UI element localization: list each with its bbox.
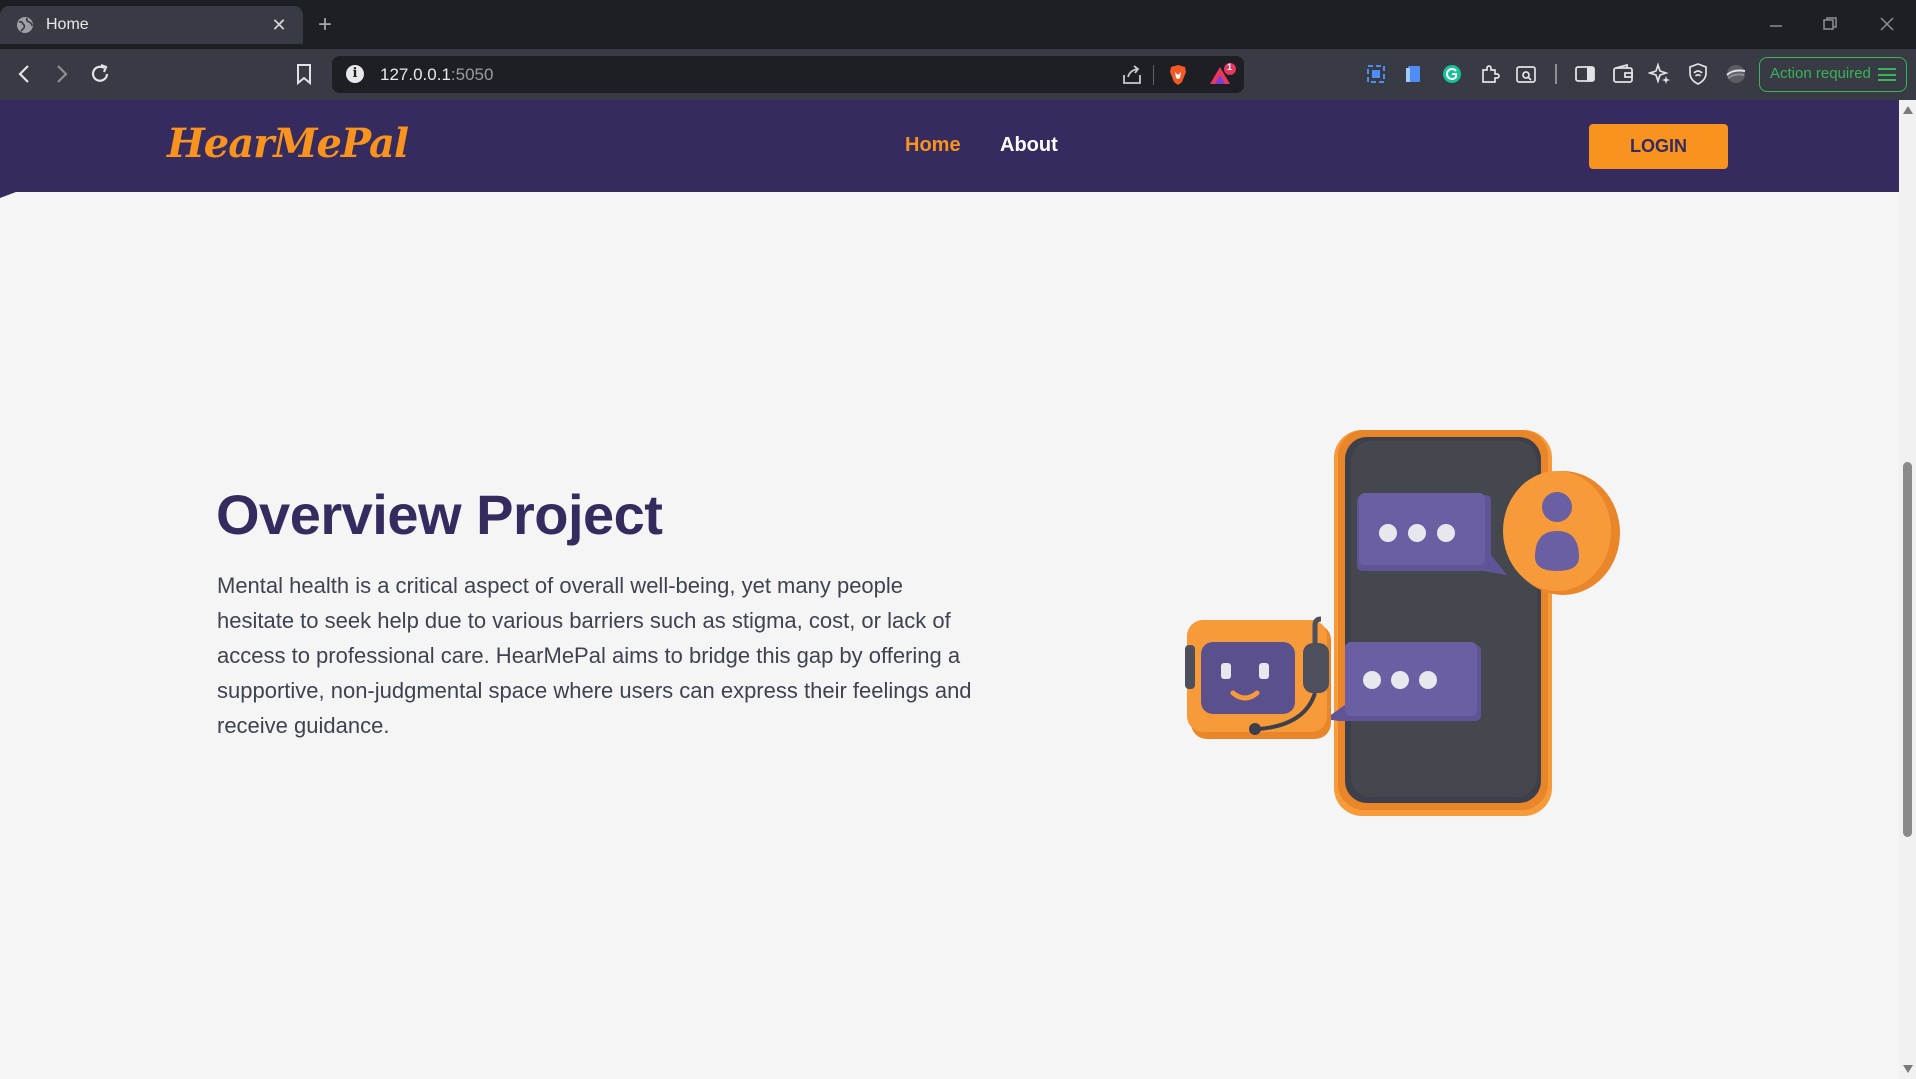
- tab-close-icon[interactable]: ✕: [269, 15, 289, 36]
- tab-title: Home: [46, 16, 89, 33]
- back-icon[interactable]: [11, 60, 39, 88]
- wallet-icon[interactable]: [1611, 62, 1635, 86]
- sidebar-icon[interactable]: [1573, 62, 1597, 86]
- minimize-icon[interactable]: [1768, 18, 1784, 34]
- bookmark-icon[interactable]: [290, 60, 318, 88]
- url-text[interactable]: 127.0.0.1:5050: [380, 65, 493, 85]
- leo-ai-icon[interactable]: [1648, 62, 1672, 86]
- grammar-extension-icon[interactable]: [1440, 62, 1464, 86]
- globe-icon: [17, 17, 33, 33]
- new-tab-button[interactable]: +: [318, 11, 332, 39]
- extensions-puzzle-icon[interactable]: [1478, 62, 1502, 86]
- browser-toolbar: i 127.0.0.1:5050 1: [0, 49, 1916, 100]
- rewards-badge-count: 1: [1227, 62, 1233, 72]
- menu-icon: [1878, 68, 1896, 81]
- url-port: :5050: [450, 65, 494, 84]
- brave-shield-icon[interactable]: [1166, 63, 1190, 87]
- site-logo[interactable]: HearMePal: [167, 120, 409, 167]
- login-button[interactable]: LOGIN: [1589, 124, 1728, 169]
- share-icon[interactable]: [1120, 63, 1144, 87]
- toolbar-divider: [1555, 64, 1557, 84]
- profile-avatar-icon[interactable]: [1724, 62, 1748, 86]
- brave-rewards-icon[interactable]: [1208, 63, 1238, 87]
- scrollbar-thumb[interactable]: [1903, 462, 1912, 837]
- url-host: 127.0.0.1: [380, 65, 451, 84]
- nav-link-about[interactable]: About: [1000, 134, 1058, 157]
- restore-icon[interactable]: [1822, 16, 1838, 32]
- screenshot-extension-icon[interactable]: [1364, 62, 1388, 86]
- forward-icon[interactable]: [47, 60, 75, 88]
- site-info-icon[interactable]: i: [346, 65, 364, 83]
- notes-extension-icon[interactable]: [1402, 62, 1426, 86]
- chat-phone-illustration: [1185, 430, 1620, 816]
- window-close-icon[interactable]: [1879, 16, 1895, 32]
- scroll-up-arrow-icon[interactable]: [1903, 106, 1913, 114]
- overview-title: Overview Project: [216, 483, 663, 546]
- browser-tab-home[interactable]: Home ✕: [0, 6, 303, 44]
- page-scrollbar[interactable]: [1899, 100, 1916, 1079]
- overview-description: Mental health is a critical aspect of ov…: [217, 573, 972, 738]
- site-header: HearMePal Home About LOGIN: [0, 100, 1899, 198]
- address-bar[interactable]: i 127.0.0.1:5050 1: [332, 56, 1244, 93]
- scroll-down-arrow-icon[interactable]: [1903, 1065, 1913, 1073]
- omnibox-divider: [1153, 65, 1154, 85]
- reload-icon[interactable]: [86, 60, 114, 88]
- action-required-label: Action required: [1770, 65, 1871, 82]
- vpn-shield-icon[interactable]: [1686, 62, 1710, 86]
- action-required-button[interactable]: Action required: [1759, 57, 1907, 92]
- search-extension-icon[interactable]: [1514, 62, 1538, 86]
- nav-link-home[interactable]: Home: [905, 134, 961, 157]
- browser-tab-bar: Home ✕ +: [0, 0, 1916, 49]
